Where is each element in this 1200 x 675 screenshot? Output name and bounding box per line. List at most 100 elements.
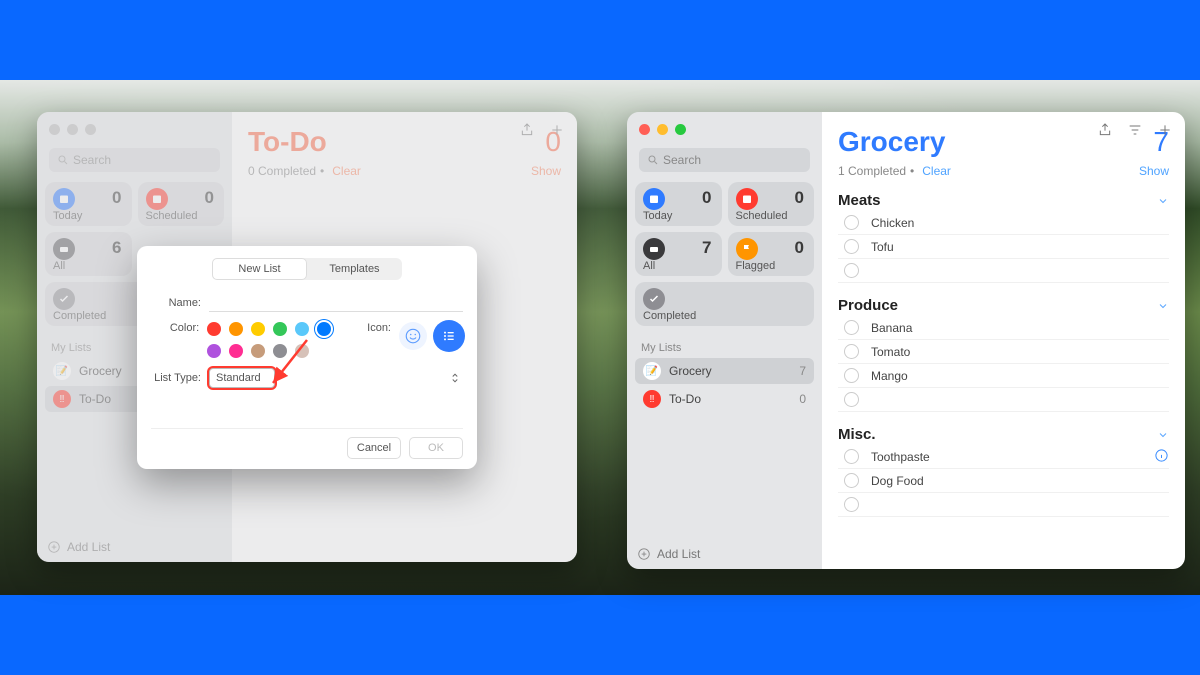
sidebar-item-count: 0 (799, 392, 806, 406)
checkbox[interactable] (844, 497, 859, 512)
icon-label: Icon: (352, 322, 391, 334)
checkbox[interactable] (844, 449, 859, 464)
sidebar-item-grocery[interactable]: 📝 Grocery 7 (635, 358, 814, 384)
checkbox[interactable] (844, 320, 859, 335)
cancel-button[interactable]: Cancel (347, 437, 401, 459)
icon-choice-smiley[interactable] (399, 322, 427, 350)
add-list-button[interactable]: Add List (637, 547, 700, 561)
checkbox[interactable] (844, 392, 859, 407)
tray-icon (643, 238, 665, 260)
checkbox[interactable] (844, 344, 859, 359)
color-row: Color: Icon: (151, 322, 463, 358)
add-icon[interactable] (1157, 122, 1173, 138)
reminder-title: Tofu (871, 240, 894, 254)
color-swatch[interactable] (317, 322, 331, 336)
section: Produce Banana Tomato Mango (838, 297, 1169, 412)
name-row: Name: (151, 294, 463, 312)
list-icon: ‼ (643, 390, 661, 408)
color-swatch[interactable] (273, 322, 287, 336)
reminder-row[interactable]: Toothpaste (838, 445, 1169, 469)
tile-count: 0 (795, 188, 804, 208)
reminder-row[interactable] (838, 493, 1169, 517)
section-header[interactable]: Misc. (838, 426, 1169, 445)
color-swatch[interactable] (229, 344, 243, 358)
tile-count: 0 (702, 188, 711, 208)
chevron-down-icon (1157, 300, 1169, 312)
list-icon: 📝 (643, 362, 661, 380)
section-title: Meats (838, 192, 881, 209)
tile-label: Completed (643, 310, 696, 322)
color-swatch[interactable] (251, 344, 265, 358)
section-header[interactable]: Meats (838, 192, 1169, 211)
section-header[interactable]: Produce (838, 297, 1169, 316)
color-swatch[interactable] (229, 322, 243, 336)
completed-text: 1 Completed (838, 164, 906, 178)
main-panel: Grocery 7 1 Completed • Clear Show Meats… (822, 112, 1185, 569)
traffic-max[interactable] (675, 124, 686, 135)
tile-scheduled[interactable]: 0 Scheduled (728, 182, 815, 226)
color-swatch[interactable] (273, 344, 287, 358)
check-icon (643, 288, 665, 310)
search-input[interactable]: Search (639, 148, 810, 172)
sidebar-item-label: To-Do (669, 392, 701, 406)
reminder-row[interactable]: Banana (838, 316, 1169, 340)
listtype-row: List Type: Standard (151, 368, 463, 388)
checkbox[interactable] (844, 215, 859, 230)
tile-label: Scheduled (736, 210, 788, 222)
tab-templates[interactable]: Templates (307, 258, 402, 280)
tile-today[interactable]: 0 Today (635, 182, 722, 226)
checkbox[interactable] (844, 263, 859, 278)
list-title: Grocery (838, 126, 945, 158)
reminder-row[interactable]: Mango (838, 364, 1169, 388)
calendar-icon (643, 188, 665, 210)
checkbox[interactable] (844, 473, 859, 488)
section: Meats Chicken Tofu (838, 192, 1169, 283)
tile-completed[interactable]: Completed (635, 282, 814, 326)
color-swatch[interactable] (251, 322, 265, 336)
clear-button[interactable]: Clear (922, 164, 951, 178)
reminder-row[interactable]: Tomato (838, 340, 1169, 364)
name-input[interactable] (209, 294, 463, 312)
traffic-min[interactable] (657, 124, 668, 135)
traffic-close[interactable] (639, 124, 650, 135)
checkbox[interactable] (844, 368, 859, 383)
search-placeholder: Search (663, 153, 701, 167)
tile-label: All (643, 260, 655, 272)
section-title: Misc. (838, 426, 876, 443)
filter-icon[interactable] (1127, 122, 1143, 138)
reminder-row[interactable] (838, 259, 1169, 283)
chevron-down-icon (1157, 429, 1169, 441)
reminder-row[interactable]: Chicken (838, 211, 1169, 235)
reminder-title: Dog Food (871, 474, 924, 488)
tile-count: 0 (795, 238, 804, 258)
reminder-row[interactable] (838, 388, 1169, 412)
info-button[interactable] (1154, 448, 1169, 466)
flag-icon (736, 238, 758, 260)
search-icon (647, 154, 659, 166)
color-label: Color: (151, 322, 199, 334)
ok-button[interactable]: OK (409, 437, 463, 459)
color-swatch[interactable] (295, 322, 309, 336)
reminder-row[interactable]: Tofu (838, 235, 1169, 259)
plus-circle-icon (637, 547, 651, 561)
sidebar-item-todo[interactable]: ‼ To-Do 0 (635, 386, 814, 412)
reminder-title: Chicken (871, 216, 914, 230)
listtype-select[interactable]: Standard (209, 368, 275, 388)
icon-choice-list[interactable] (435, 322, 463, 350)
color-swatch[interactable] (207, 344, 221, 358)
sidebar-lists: 📝 Grocery 7 ‼ To-Do 0 (635, 358, 814, 412)
show-button[interactable]: Show (1139, 164, 1169, 178)
share-icon[interactable] (1097, 122, 1113, 138)
reminder-title: Tomato (871, 345, 910, 359)
toolbar (1097, 122, 1173, 138)
tile-all[interactable]: 7 All (635, 232, 722, 276)
checkbox[interactable] (844, 239, 859, 254)
tile-flagged[interactable]: 0 Flagged (728, 232, 815, 276)
color-swatch[interactable] (207, 322, 221, 336)
tab-new-list[interactable]: New List (212, 258, 307, 280)
color-swatches (207, 322, 332, 358)
section-title: Produce (838, 297, 898, 314)
dialog-tabs: New List Templates (212, 258, 402, 280)
color-swatch[interactable] (295, 344, 309, 358)
reminder-row[interactable]: Dog Food (838, 469, 1169, 493)
